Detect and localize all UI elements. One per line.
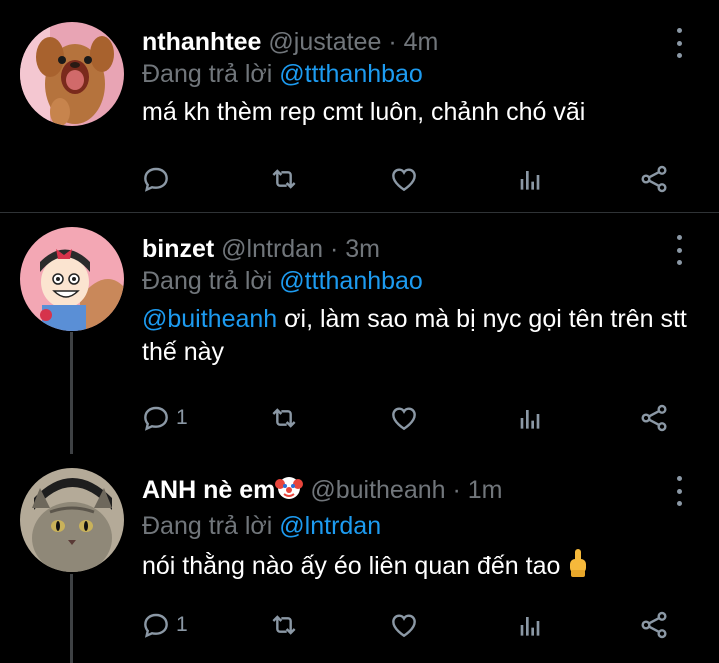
tweet-actions: 1 <box>140 608 680 642</box>
like-icon <box>392 614 416 638</box>
more-options-icon[interactable] <box>667 476 691 506</box>
replying-prefix: Đang trả lời <box>142 267 273 295</box>
handle[interactable]: @justatee <box>268 28 381 56</box>
analytics-icon <box>520 410 540 429</box>
retweet-icon <box>272 615 296 635</box>
display-name[interactable]: nthanhtee <box>142 28 261 56</box>
reply-button[interactable]: 1 <box>140 608 188 642</box>
replying-to: Đang trả lời @ttthanhbao <box>142 58 689 90</box>
retweet-button[interactable] <box>268 162 300 196</box>
handle[interactable]: @lntrdan <box>221 235 323 263</box>
reply-button[interactable]: 1 <box>140 401 188 435</box>
handle[interactable]: @buitheanh <box>310 476 445 504</box>
avatar-nthanhtee[interactable] <box>20 22 124 126</box>
avatar-binzet[interactable] <box>20 227 124 331</box>
like-button[interactable] <box>388 162 420 196</box>
reply-icon <box>144 167 168 192</box>
timestamp[interactable]: · 4m <box>388 28 438 56</box>
tweet-text: má kh thèm rep cmt luôn, chảnh chó vãi <box>142 98 586 126</box>
replying-mention[interactable]: @lntrdan <box>279 512 381 540</box>
text-body: nói thằng nào ấy éo liên quan đến tao <box>142 552 561 580</box>
tweet-1[interactable]: nthanhtee @justatee · 4m Đang trả lời @t… <box>0 0 719 210</box>
reply-button[interactable] <box>140 162 176 196</box>
reply-icon <box>144 406 168 431</box>
clown-face-emoji <box>275 474 304 510</box>
display-name[interactable]: ANH nè em <box>142 476 275 504</box>
reply-count: 1 <box>176 406 188 429</box>
replying-prefix: Đang trả lời <box>142 60 273 88</box>
tweet-header: binzet @lntrdan · 3m <box>142 233 689 265</box>
share-button[interactable] <box>638 162 670 196</box>
replying-mention[interactable]: @ttthanhbao <box>279 267 423 295</box>
like-icon <box>392 407 416 431</box>
retweet-icon <box>272 169 296 189</box>
share-icon <box>641 611 667 639</box>
display-name[interactable]: binzet <box>142 235 214 263</box>
share-button[interactable] <box>638 401 670 435</box>
analytics-button[interactable] <box>514 608 546 642</box>
tweet-actions: 1 <box>140 401 680 435</box>
analytics-button[interactable] <box>514 162 546 196</box>
raised-middle-finger-emoji <box>567 548 589 587</box>
share-icon <box>641 165 667 193</box>
replying-to: Đang trả lời @lntrdan <box>142 510 689 542</box>
tweet-text: @buitheanh ơi, làm sao mà bị nyc gọi tên… <box>142 303 689 369</box>
tweet-3[interactable]: ANH nè em @buitheanh · 1m Đang trả lời @… <box>0 454 719 663</box>
replying-prefix: Đang trả lời <box>142 512 273 540</box>
retweet-button[interactable] <box>268 401 300 435</box>
replying-to: Đang trả lời @ttthanhbao <box>142 265 689 297</box>
timestamp[interactable]: · 3m <box>330 235 380 263</box>
like-button[interactable] <box>388 608 420 642</box>
avatar-buitheanh[interactable] <box>20 468 124 572</box>
share-icon <box>641 404 667 432</box>
tweet-actions <box>140 162 680 196</box>
text-mention[interactable]: @buitheanh <box>142 305 277 333</box>
like-icon <box>392 168 416 192</box>
tweet-2[interactable]: binzet @lntrdan · 3m Đang trả lời @tttha… <box>0 213 719 453</box>
analytics-button[interactable] <box>514 401 546 435</box>
analytics-icon <box>520 617 540 636</box>
retweet-icon <box>272 408 296 428</box>
reply-icon <box>144 613 168 638</box>
more-options-icon[interactable] <box>667 235 691 265</box>
analytics-icon <box>520 171 540 190</box>
more-options-icon[interactable] <box>667 28 691 58</box>
replying-mention[interactable]: @ttthanhbao <box>279 60 423 88</box>
retweet-button[interactable] <box>268 608 300 642</box>
timestamp[interactable]: · 1m <box>453 476 503 504</box>
reply-count: 1 <box>176 613 188 636</box>
share-button[interactable] <box>638 608 670 642</box>
tweet-text: nói thằng nào ấy éo liên quan đến tao <box>142 548 689 587</box>
tweet-header: ANH nè em @buitheanh · 1m <box>142 474 689 510</box>
tweet-header: nthanhtee @justatee · 4m <box>142 26 689 58</box>
like-button[interactable] <box>388 401 420 435</box>
